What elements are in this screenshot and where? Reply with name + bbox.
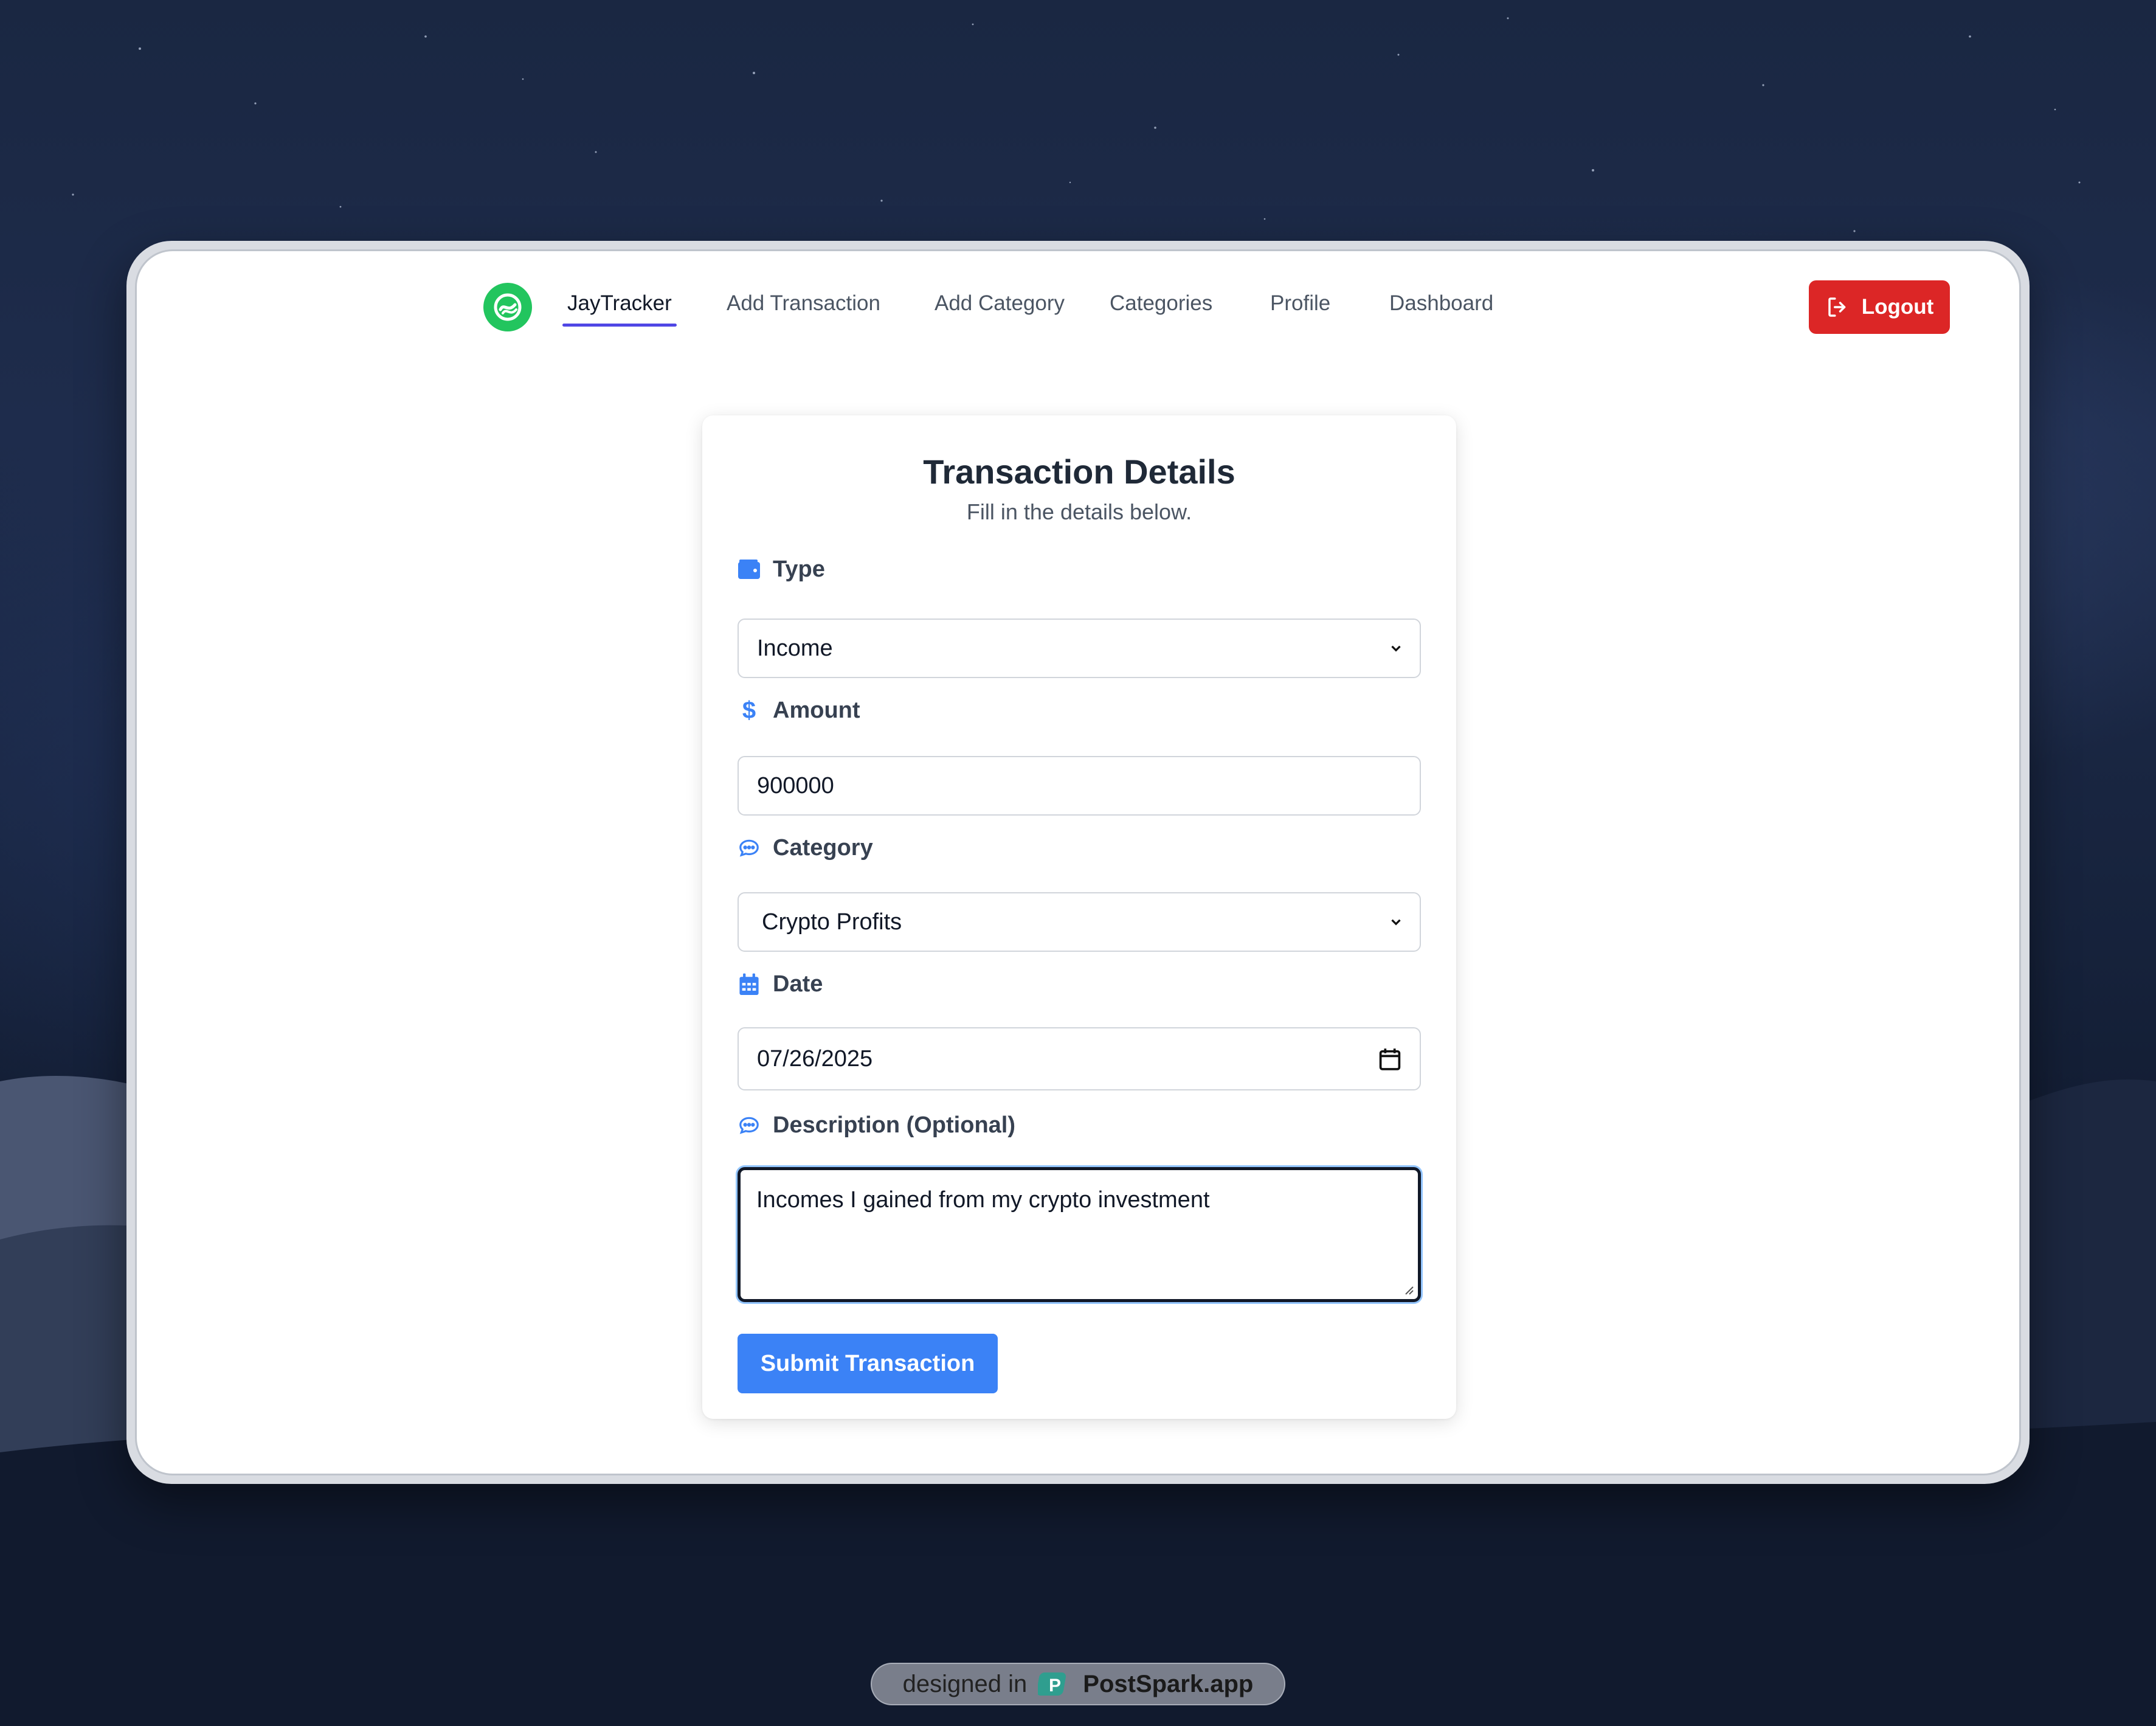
nav-link-profile[interactable]: Profile: [1270, 291, 1330, 316]
app-window: JayTracker Add Transaction Add Category …: [135, 249, 2021, 1475]
category-select[interactable]: Crypto Profits: [738, 892, 1421, 952]
submit-transaction-button[interactable]: Submit Transaction: [738, 1334, 998, 1393]
description-label: Description (Optional): [738, 1112, 1015, 1139]
nav-link-dashboard[interactable]: Dashboard: [1389, 291, 1493, 316]
nav-link-add-transaction[interactable]: Add Transaction: [727, 291, 880, 316]
description-textarea[interactable]: Incomes I gained from my crypto investme…: [738, 1167, 1421, 1302]
logout-label: Logout: [1861, 295, 1934, 319]
nav-link-add-category[interactable]: Add Category: [935, 291, 1065, 316]
nav-link-jaytracker[interactable]: JayTracker: [562, 291, 677, 327]
dollar-icon: $: [742, 697, 756, 724]
page-subtitle: Fill in the details below.: [966, 499, 1192, 524]
transaction-form-card: Transaction Details Fill in the details …: [702, 415, 1456, 1419]
calendar-picker-icon[interactable]: [1378, 1047, 1401, 1071]
device-frame: JayTracker Add Transaction Add Category …: [126, 241, 2030, 1484]
chevron-down-icon: [1391, 645, 1401, 652]
resize-handle-icon[interactable]: [1402, 1283, 1414, 1295]
type-label: Type: [738, 556, 825, 583]
logout-icon: [1828, 297, 1845, 317]
amount-label: $ Amount: [738, 697, 860, 724]
date-input[interactable]: 07/26/2025: [738, 1027, 1421, 1090]
wallet-icon: [738, 558, 761, 581]
logout-button[interactable]: Logout: [1809, 280, 1950, 334]
type-select[interactable]: Income: [738, 619, 1421, 678]
comment-icon: [738, 837, 761, 860]
postspark-watermark: designed in P PostSpark.app: [871, 1663, 1285, 1705]
date-label: Date: [738, 971, 823, 997]
amount-input[interactable]: 900000: [738, 756, 1421, 816]
brand-logo-icon[interactable]: [483, 283, 532, 331]
page-title: Transaction Details: [923, 452, 1235, 491]
chevron-down-icon: [1391, 919, 1401, 926]
calendar-icon: [738, 973, 761, 996]
svg-text:P: P: [1049, 1676, 1061, 1696]
category-label: Category: [738, 835, 873, 861]
nav-link-categories[interactable]: Categories: [1110, 291, 1212, 316]
postspark-logo-icon: P: [1038, 1672, 1066, 1696]
navbar: JayTracker Add Transaction Add Category …: [137, 251, 2019, 373]
comment-icon: [738, 1114, 761, 1137]
